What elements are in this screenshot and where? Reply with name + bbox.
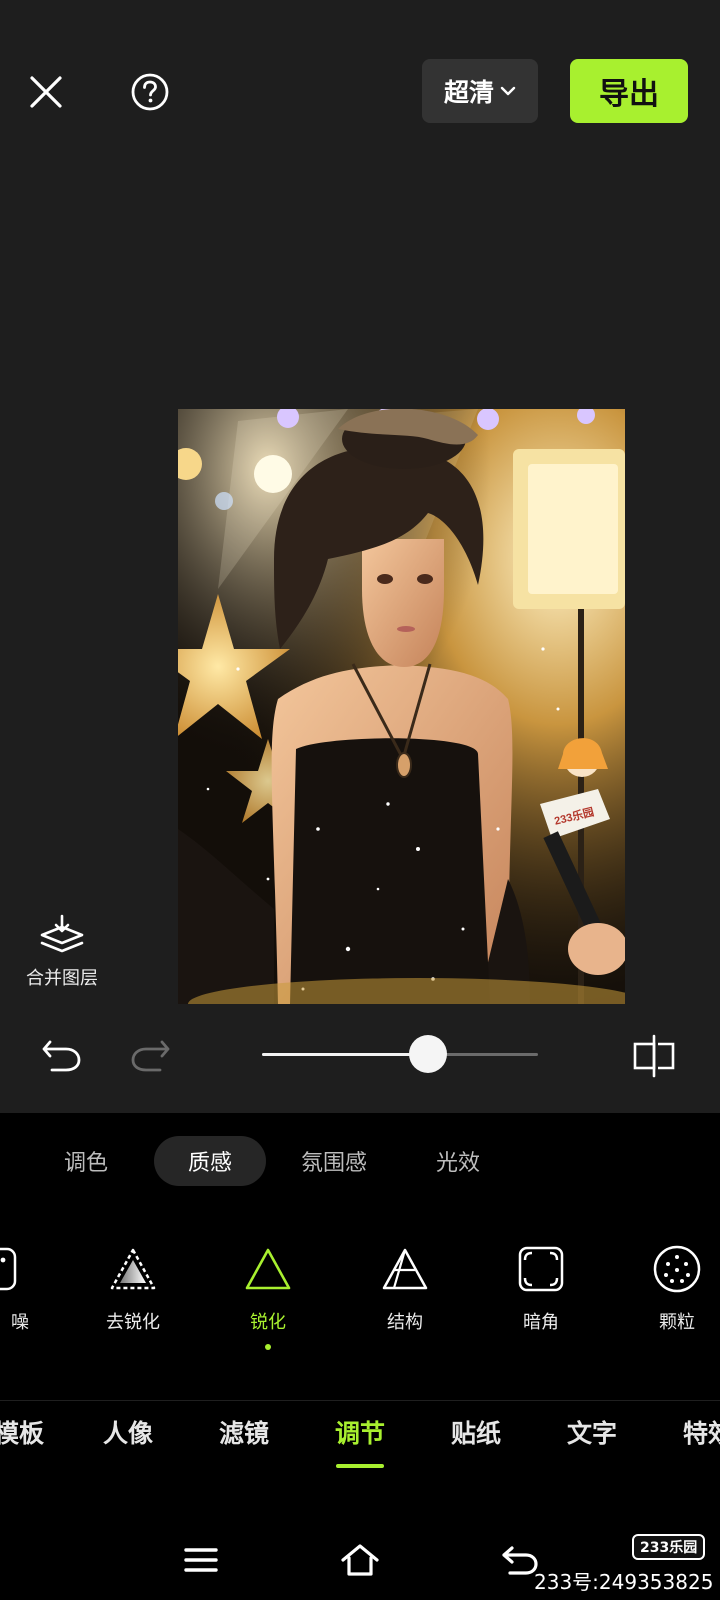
redo-button[interactable]: [128, 1034, 172, 1074]
quality-label: 超清: [443, 78, 494, 107]
close-button[interactable]: [24, 70, 68, 114]
merge-layers-label: 合并图层: [26, 968, 98, 989]
help-button[interactable]: [128, 70, 172, 114]
tab-label: 调色: [63, 1151, 108, 1176]
export-button[interactable]: 导出: [570, 59, 688, 123]
tab-atmosphere[interactable]: 氛围感: [284, 1136, 384, 1186]
edited-photo[interactable]: 233乐园: [178, 409, 625, 1004]
help-icon: [131, 73, 169, 111]
watermark-id: 233号:249353825: [534, 1570, 714, 1594]
tab-light-effects[interactable]: 光效: [412, 1136, 504, 1186]
nav-menu-button[interactable]: [181, 1540, 221, 1580]
merge-layers-icon: [40, 914, 84, 953]
vignette-icon: [518, 1246, 564, 1292]
structure-icon: [382, 1248, 428, 1290]
tab-adjust[interactable]: 调节: [305, 1414, 415, 1468]
redo-icon: [131, 1040, 170, 1072]
noise-icon: [0, 1247, 17, 1291]
tab-label: 滤镜: [218, 1419, 269, 1448]
tab-portrait[interactable]: 人像: [73, 1414, 183, 1450]
tool-denoise[interactable]: 噪: [0, 1240, 50, 1334]
tool-label: 去锐化: [106, 1312, 160, 1333]
editor-canvas-area: 超清 导出 233乐园 合并图层: [0, 0, 720, 1113]
menu-icon: [184, 1548, 218, 1572]
adjust-tools-row: 噪 去锐化 锐化 结构 暗角 颗粒: [0, 1240, 720, 1360]
undo-icon: [42, 1040, 81, 1072]
tool-structure[interactable]: 结构: [350, 1240, 460, 1334]
tool-grain[interactable]: 颗粒: [622, 1240, 720, 1334]
tab-color-grading[interactable]: 调色: [40, 1136, 132, 1186]
nav-home-button[interactable]: [340, 1540, 380, 1580]
active-tab-underline: [336, 1464, 384, 1468]
panel-divider: [0, 1400, 720, 1401]
tab-label: 文字: [566, 1419, 617, 1448]
tab-label: 质感: [187, 1151, 232, 1176]
tool-vignette[interactable]: 暗角: [486, 1240, 596, 1334]
slider-knob[interactable]: [408, 1035, 447, 1073]
watermark-logo: 233乐园: [632, 1534, 706, 1560]
tab-stickers[interactable]: 贴纸: [421, 1414, 531, 1450]
quality-dropdown[interactable]: 超清: [422, 59, 538, 123]
merge-layers-button[interactable]: 合并图层: [18, 914, 106, 990]
tab-label: 氛围感: [300, 1151, 367, 1176]
tool-label: 锐化: [250, 1312, 286, 1333]
compare-button[interactable]: [632, 1034, 676, 1078]
intensity-slider[interactable]: [262, 1034, 538, 1074]
tab-templates[interactable]: 模板: [0, 1414, 74, 1450]
compare-icon: [633, 1034, 675, 1078]
tab-filters[interactable]: 滤镜: [189, 1414, 299, 1450]
home-icon: [341, 1544, 379, 1576]
tab-text[interactable]: 文字: [537, 1414, 647, 1450]
grain-icon: [653, 1245, 701, 1293]
tab-label: 人像: [102, 1419, 153, 1448]
chevron-down-icon: [500, 86, 516, 96]
tab-label: 调节: [334, 1419, 385, 1448]
tool-desharpen[interactable]: 去锐化: [78, 1240, 188, 1334]
tab-label: 模板: [0, 1419, 44, 1448]
tool-label: 结构: [387, 1312, 423, 1333]
tab-label: 贴纸: [450, 1419, 501, 1448]
tool-sharpen[interactable]: 锐化: [213, 1240, 323, 1350]
tab-label: 特效: [682, 1419, 720, 1448]
tab-texture[interactable]: 质感: [154, 1136, 266, 1186]
tool-label: 颗粒: [659, 1312, 695, 1333]
tool-label: 噪: [11, 1312, 29, 1333]
sharpen-icon: [245, 1248, 291, 1290]
tab-label: 光效: [435, 1151, 480, 1176]
tool-label: 暗角: [523, 1312, 559, 1333]
desharpen-icon: [110, 1248, 156, 1290]
photo-image: 233乐园: [178, 409, 625, 1004]
active-indicator-dot: [265, 1344, 271, 1350]
slider-fill: [262, 1053, 428, 1056]
tab-effects[interactable]: 特效: [653, 1414, 720, 1450]
undo-button[interactable]: [40, 1034, 84, 1074]
close-icon: [30, 76, 62, 108]
adjust-category-tabs: 调色 质感 氛围感 光效: [0, 1136, 720, 1186]
main-function-tabs: 模板 人像 滤镜 调节 贴纸 文字 特效: [0, 1414, 720, 1484]
